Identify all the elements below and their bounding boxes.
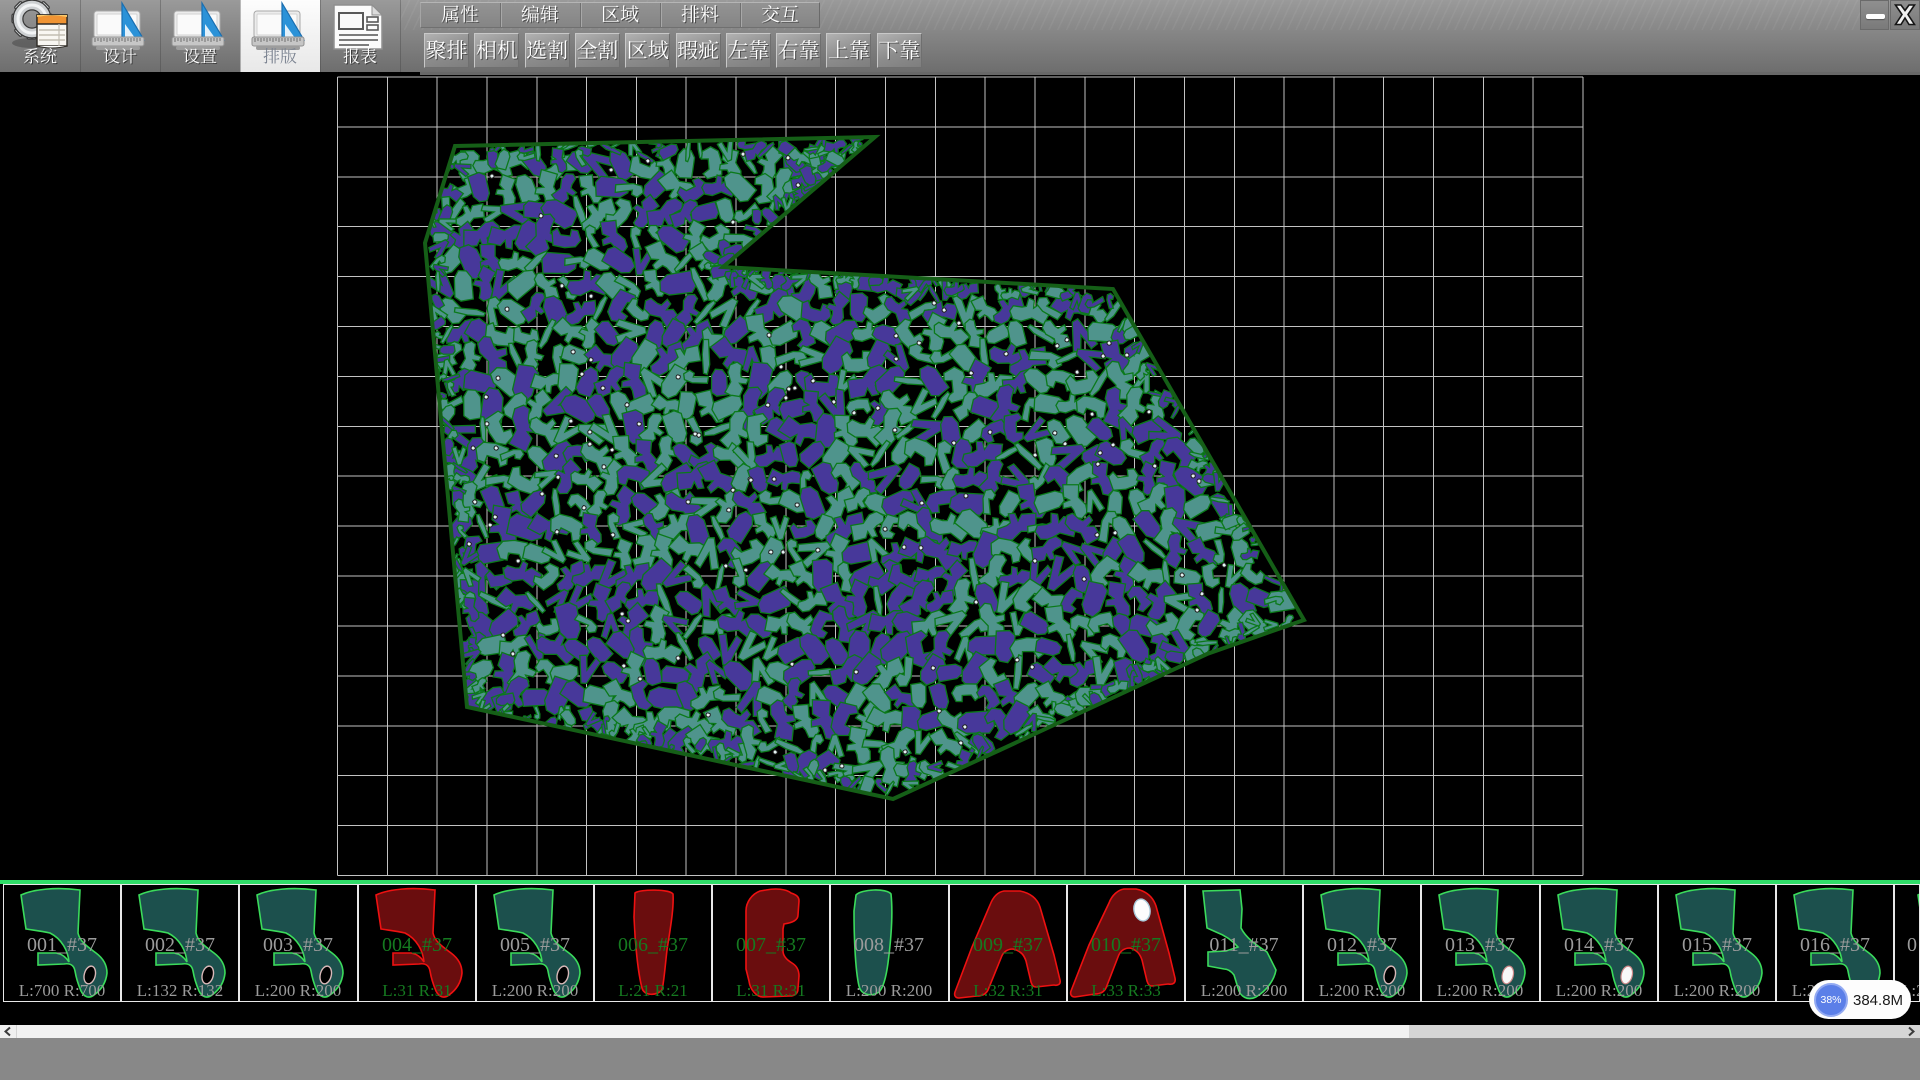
svg-text:008_#37: 008_#37 bbox=[854, 934, 924, 956]
svg-text:L:200 R:200: L:200 R:200 bbox=[1674, 981, 1760, 1000]
svg-text:L:32 R:31: L:32 R:31 bbox=[973, 981, 1042, 1000]
svg-text:002_#37: 002_#37 bbox=[145, 934, 215, 956]
svg-text:L:31 R:31: L:31 R:31 bbox=[382, 981, 451, 1000]
svg-text:L:132 R:132: L:132 R:132 bbox=[137, 981, 223, 1000]
svg-text:003_#37: 003_#37 bbox=[263, 934, 333, 956]
svg-text:L:200 R:200: L:200 R:200 bbox=[1201, 981, 1287, 1000]
svg-text:L:200 R:200: L:200 R:200 bbox=[1437, 981, 1523, 1000]
svg-text:L:200 R:200: L:200 R:200 bbox=[1555, 981, 1641, 1000]
svg-text:L:200 R:200: L:200 R:200 bbox=[492, 981, 578, 1000]
svg-text:L:200 R:200: L:200 R:200 bbox=[255, 981, 341, 1000]
svg-text:005_#37: 005_#37 bbox=[500, 934, 570, 956]
svg-text:L:33 R:33: L:33 R:33 bbox=[1091, 981, 1160, 1000]
svg-text:001_#37: 001_#37 bbox=[27, 934, 97, 956]
svg-text:010_#37: 010_#37 bbox=[1091, 934, 1161, 956]
svg-text:L:200 R:200: L:200 R:200 bbox=[1319, 981, 1405, 1000]
svg-text:L:700 R:700: L:700 R:700 bbox=[19, 981, 105, 1000]
svg-text:006_#37: 006_#37 bbox=[618, 934, 688, 956]
svg-text:L:200 R:200: L:200 R:200 bbox=[846, 981, 932, 1000]
svg-text:007_#37: 007_#37 bbox=[736, 934, 806, 956]
svg-text:011_#37: 011_#37 bbox=[1209, 934, 1278, 956]
svg-text:L:31 R:31: L:31 R:31 bbox=[736, 981, 805, 1000]
svg-text:013_#37: 013_#37 bbox=[1445, 934, 1515, 956]
svg-text:0: 0 bbox=[1907, 934, 1917, 956]
svg-text:009_#37: 009_#37 bbox=[973, 934, 1043, 956]
svg-text:L:21 R:21: L:21 R:21 bbox=[618, 981, 687, 1000]
svg-text:004_#37: 004_#37 bbox=[382, 934, 452, 956]
svg-text:014_#37: 014_#37 bbox=[1564, 934, 1634, 956]
svg-text:012_#37: 012_#37 bbox=[1327, 934, 1397, 956]
svg-text:016_#37: 016_#37 bbox=[1800, 934, 1870, 956]
svg-text:015_#37: 015_#37 bbox=[1682, 934, 1752, 956]
